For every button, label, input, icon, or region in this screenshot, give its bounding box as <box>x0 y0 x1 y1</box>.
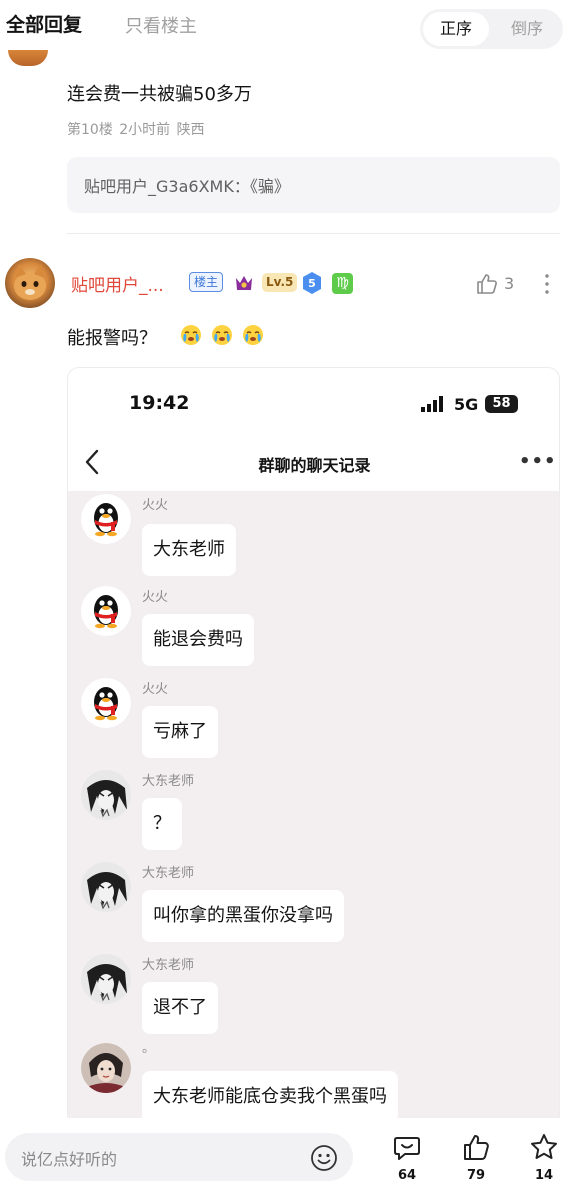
sender-name: 大东老师 <box>142 866 195 881</box>
sender-name: 大东老师 <box>142 774 195 789</box>
crying-emoji-icon <box>181 325 201 345</box>
portrait-avatar <box>81 1043 131 1093</box>
comment-placeholder: 说亿点好听的 <box>21 1150 118 1169</box>
reply-text: 连会费一共被骗50多万 <box>67 84 252 105</box>
message-bubble: ？ <box>142 798 182 850</box>
thumbs-up-icon[interactable] <box>475 272 499 296</box>
bottom-bar: 说亿点好听的 64 79 14 <box>0 1118 575 1200</box>
star-icon[interactable] <box>529 1132 559 1162</box>
sort-asc-button[interactable]: 正序 <box>423 12 489 46</box>
penguin-avatar <box>81 678 131 728</box>
sketch-avatar <box>81 862 131 912</box>
gem-level: 5 <box>308 277 316 290</box>
tab-all-replies[interactable]: 全部回复 <box>6 10 82 37</box>
chat-area: 火火 大东老师 火火 能退会费吗 火火 亏麻了 大东老师 ？ 大东老师 叫你拿的… <box>68 491 559 1126</box>
penguin-avatar <box>81 494 131 544</box>
message-bubble: 大东老师能底仓卖我个黑蛋吗 <box>142 1071 398 1123</box>
top-bar: 全部回复 只看楼主 正序 倒序 <box>0 0 575 58</box>
more-vertical-icon[interactable] <box>538 272 556 296</box>
like-count: 79 <box>466 1168 486 1183</box>
post-text: 能报警吗？ <box>67 328 157 349</box>
message-bubble: 叫你拿的黑蛋你没拿吗 <box>142 890 344 942</box>
chat-title: 群聊的聊天记录 <box>258 456 371 475</box>
penguin-avatar <box>81 586 131 636</box>
network-label: 5G <box>454 395 479 414</box>
level-badge: Lv.5 <box>262 273 298 292</box>
sort-toggle[interactable]: 正序 倒序 <box>420 9 563 49</box>
like-count: 3 <box>504 274 515 293</box>
zodiac-badge: ♍ <box>332 273 353 294</box>
crown-icon <box>236 276 252 290</box>
favorite-count: 14 <box>534 1168 554 1183</box>
sender-name: 大东老师 <box>142 958 195 973</box>
more-icon: ••• <box>519 451 557 472</box>
sender-name: 火火 <box>142 682 169 697</box>
sender-name: 火火 <box>142 590 169 605</box>
avatar[interactable] <box>5 258 55 308</box>
reply-meta: 第10楼 2小时前 陕西 <box>67 122 205 138</box>
gem-icon: 5 <box>303 272 321 294</box>
message-bubble: 大东老师 <box>142 524 236 576</box>
comment-icon[interactable] <box>392 1132 422 1162</box>
avatar[interactable] <box>8 50 48 66</box>
host-badge: 楼主 <box>189 272 224 292</box>
comment-input[interactable]: 说亿点好听的 <box>5 1133 353 1181</box>
thumbs-up-icon[interactable] <box>461 1132 491 1162</box>
sort-desc-button[interactable]: 倒序 <box>496 12 558 46</box>
sketch-avatar <box>81 954 131 1004</box>
battery-indicator: 58 <box>485 395 518 413</box>
crying-emoji-icon <box>212 325 232 345</box>
sketch-avatar <box>81 770 131 820</box>
username[interactable]: 贴吧用户_... <box>71 271 164 296</box>
sub-reply[interactable]: 贴吧用户_G3a6XMK：《骗》 <box>67 157 560 213</box>
crying-emoji-icon <box>243 325 263 345</box>
message-bubble: 亏麻了 <box>142 706 218 758</box>
message-bubble: 退不了 <box>142 982 218 1034</box>
tab-only-op[interactable]: 只看楼主 <box>125 12 197 38</box>
sender-name: 火火 <box>142 498 169 513</box>
divider <box>67 233 560 234</box>
chat-screenshot-image[interactable]: 19:42 5G 58 群聊的聊天记录 ••• 火火 大东老师 火火 能退会费吗 <box>67 367 560 1127</box>
sender-name: 。 <box>142 1041 156 1056</box>
phone-time: 19:42 <box>129 392 190 414</box>
comment-count: 64 <box>397 1168 417 1183</box>
signal-icon <box>421 396 443 412</box>
emoji-icon[interactable] <box>310 1144 338 1172</box>
message-bubble: 能退会费吗 <box>142 614 254 666</box>
